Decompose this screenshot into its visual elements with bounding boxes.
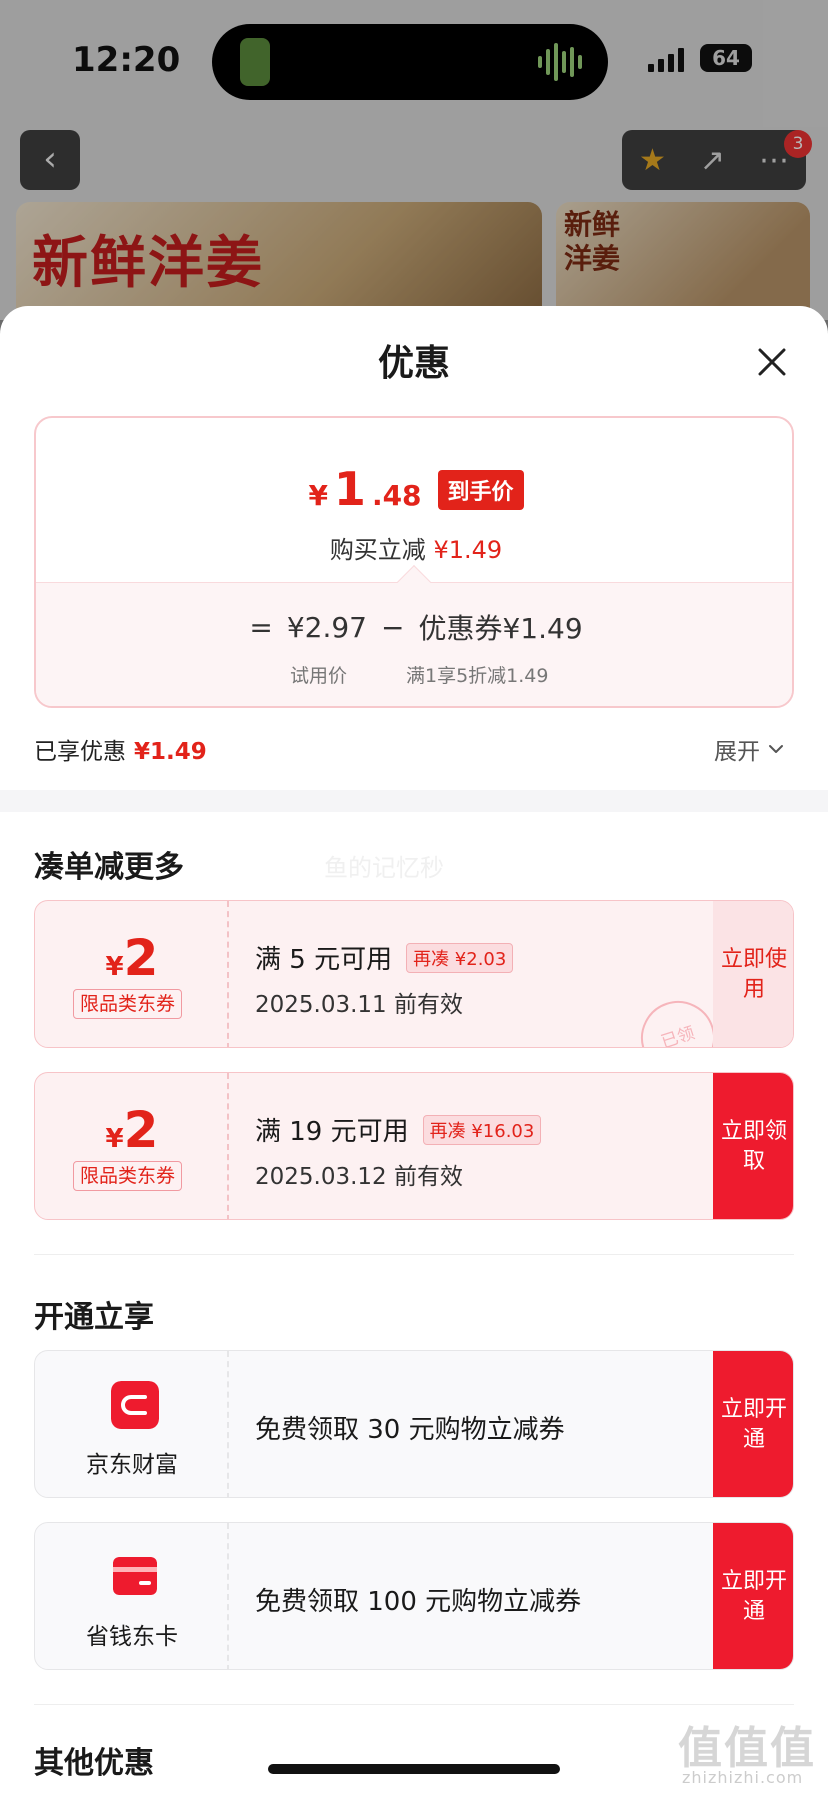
service-card: 京东财富 免费领取 30 元购物立减券 立即开通 bbox=[34, 1350, 794, 1498]
sheet-title: 优惠 bbox=[377, 343, 450, 384]
coupon-value-block: ¥2 限品类东券 bbox=[35, 901, 229, 1047]
site-domain-watermark: zhizhizhi.com bbox=[682, 1768, 804, 1787]
coupon-condition-row: 满 5 元可用 再凑 ¥2.03 bbox=[255, 939, 514, 976]
enjoyed-label: 已享优惠 bbox=[34, 739, 126, 765]
coupon-value-block: ¥2 限品类东券 bbox=[35, 1073, 229, 1219]
coupon-value-number: 2 bbox=[123, 1101, 159, 1159]
final-price-integer: 1 bbox=[333, 462, 366, 516]
chevron-down-icon bbox=[769, 745, 783, 753]
coupon-type-tag: 限品类东券 bbox=[73, 1161, 183, 1191]
card-icon bbox=[113, 1557, 157, 1595]
coupon-currency: ¥ bbox=[105, 952, 124, 982]
equals-sign: = bbox=[249, 610, 273, 644]
coupon-deduction: 优惠券¥1.49 bbox=[418, 607, 582, 647]
coupon-amount: ¥1.49 bbox=[502, 612, 583, 645]
discount-sheet: 优惠 ¥ 1 .48 到手价 购买立减 ¥1.49 = ¥2.97 − 优惠券¥… bbox=[0, 306, 828, 1796]
instant-reduce-row: 购买立减 ¥1.49 bbox=[36, 530, 792, 565]
close-icon[interactable] bbox=[752, 342, 792, 382]
coupon-card: ¥2 限品类东券 满 5 元可用 再凑 ¥2.03 2025.03.11 前有效… bbox=[34, 900, 794, 1048]
equation-row: = ¥2.97 − 优惠券¥1.49 bbox=[36, 607, 792, 647]
modal-dim-overlay[interactable] bbox=[0, 0, 828, 320]
divider bbox=[34, 1254, 794, 1255]
coupon-currency: ¥ bbox=[105, 1124, 124, 1154]
final-price-decimal: .48 bbox=[371, 479, 422, 512]
final-price-currency: ¥ bbox=[308, 479, 328, 512]
enjoyed-discount: 已享优惠 ¥1.49 bbox=[34, 732, 207, 766]
coupon-type-tag: 限品类东券 bbox=[73, 989, 183, 1019]
price-equation: = ¥2.97 − 优惠券¥1.49 试用价 满1享5折减1.49 bbox=[36, 582, 792, 706]
coupon-condition-row: 满 19 元可用 再凑 ¥16.03 bbox=[255, 1111, 542, 1148]
enjoyed-amount: ¥1.49 bbox=[134, 739, 207, 765]
coupon-condition: 满 5 元可用 bbox=[255, 945, 393, 975]
coupon-label: 优惠券 bbox=[418, 612, 503, 645]
open-now-button[interactable]: 立即开通 bbox=[713, 1351, 793, 1497]
coupon-condition: 满 19 元可用 bbox=[255, 1117, 409, 1147]
final-price-tag: 到手价 bbox=[437, 470, 524, 510]
site-watermark: 值值值 bbox=[678, 1723, 816, 1774]
wallet-icon bbox=[111, 1381, 159, 1429]
coupon-valid-date: 2025.03.11 前有效 bbox=[255, 992, 463, 1018]
service-name: 省钱东卡 bbox=[86, 1624, 178, 1650]
service-brand-block: 京东财富 bbox=[35, 1351, 229, 1497]
claim-now-button[interactable]: 立即领取 bbox=[713, 1073, 793, 1219]
service-name: 京东财富 bbox=[86, 1452, 178, 1478]
section-title-open: 开通立享 bbox=[34, 1300, 154, 1335]
service-description: 免费领取 30 元购物立减券 bbox=[255, 1415, 565, 1445]
section-title-more: 凑单减更多 bbox=[34, 850, 184, 885]
product-page-background: 12:20 64 ‹ ★ ↗ ⋯ 3 新鲜洋姜 新鲜洋姜 bbox=[0, 0, 828, 332]
instant-reduce-amount: ¥1.49 bbox=[433, 536, 503, 564]
coupon-add-more: 再凑 ¥16.03 bbox=[422, 1114, 542, 1145]
final-price-row: ¥ 1 .48 到手价 bbox=[36, 462, 792, 516]
expand-button[interactable]: 展开 bbox=[714, 732, 784, 766]
service-brand-block: 省钱东卡 bbox=[35, 1523, 229, 1669]
use-now-button[interactable]: 立即使用 bbox=[713, 901, 793, 1047]
home-indicator[interactable] bbox=[268, 1764, 560, 1774]
expand-label: 展开 bbox=[714, 739, 760, 765]
coupon-rule-label: 满1享5折减1.49 bbox=[406, 665, 549, 687]
minus-sign: − bbox=[380, 610, 405, 644]
section-divider bbox=[0, 790, 828, 812]
coupon-value: ¥2 bbox=[35, 929, 229, 987]
price-breakdown-card: ¥ 1 .48 到手价 购买立减 ¥1.49 = ¥2.97 − 优惠券¥1.4… bbox=[34, 416, 794, 708]
service-description: 免费领取 100 元购物立减券 bbox=[255, 1587, 582, 1617]
service-card: 省钱东卡 免费领取 100 元购物立减券 立即开通 bbox=[34, 1522, 794, 1670]
coupon-card: ¥2 限品类东券 满 19 元可用 再凑 ¥16.03 2025.03.12 前… bbox=[34, 1072, 794, 1220]
open-now-button[interactable]: 立即开通 bbox=[713, 1523, 793, 1669]
trial-price-label: 试用价 bbox=[290, 665, 348, 687]
received-stamp: 已领 bbox=[631, 991, 725, 1047]
user-watermark: 鱼的记忆秒 bbox=[324, 854, 444, 882]
coupon-value-number: 2 bbox=[123, 929, 159, 987]
divider bbox=[34, 1704, 794, 1705]
section-title-other: 其他优惠 bbox=[34, 1746, 154, 1781]
coupon-value: ¥2 bbox=[35, 1101, 229, 1159]
trial-price: ¥2.97 bbox=[286, 610, 367, 644]
coupon-valid-date: 2025.03.12 前有效 bbox=[255, 1164, 463, 1190]
coupon-add-more: 再凑 ¥2.03 bbox=[406, 942, 514, 973]
instant-reduce-label: 购买立减 bbox=[329, 536, 426, 564]
